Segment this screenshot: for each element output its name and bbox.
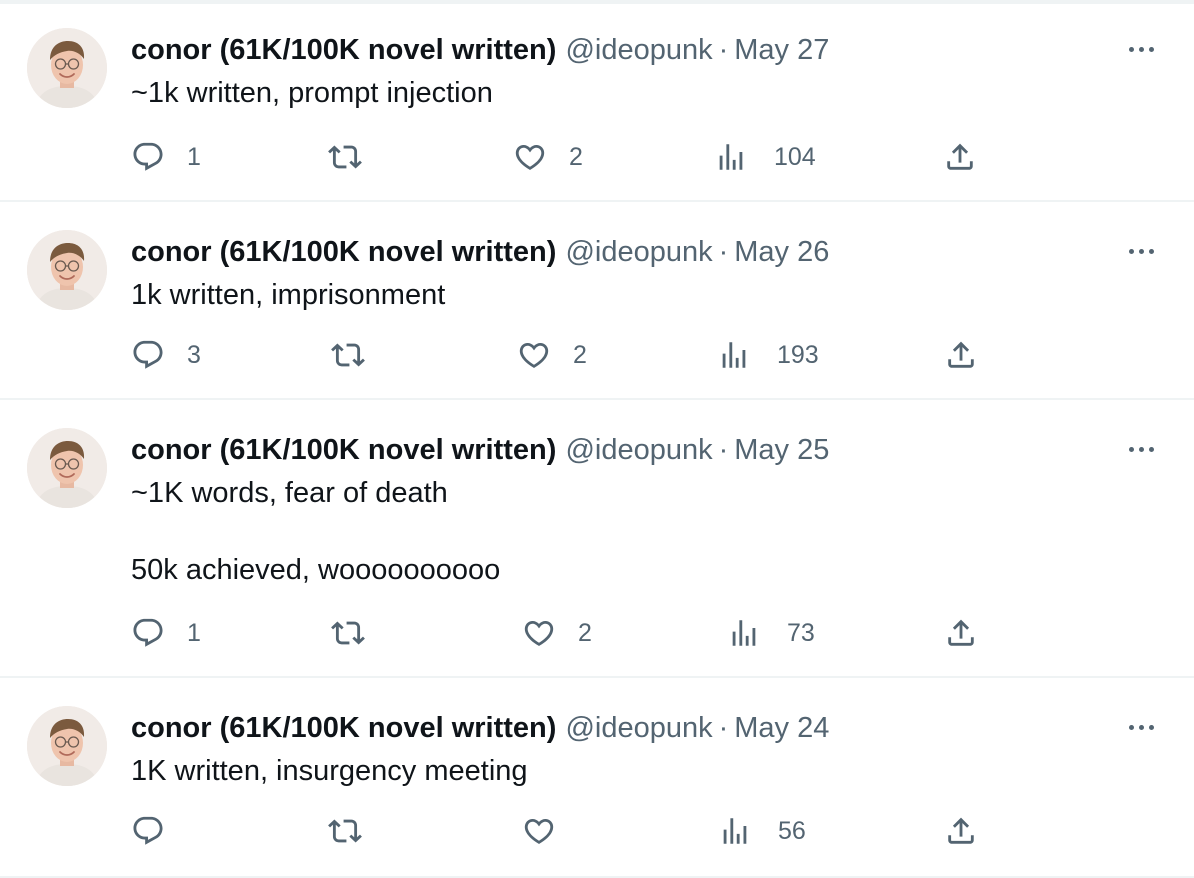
like-button[interactable]: 2: [517, 338, 587, 372]
reply-button[interactable]: 1: [131, 140, 201, 174]
like-count: 2: [578, 619, 592, 647]
avatar[interactable]: [27, 28, 107, 108]
reply-icon: [131, 814, 165, 848]
like-button[interactable]: 2: [513, 140, 583, 174]
share-icon: [944, 616, 978, 650]
views-count: 104: [774, 143, 816, 171]
tweet-date[interactable]: May 25: [734, 431, 829, 469]
views-count: 73: [787, 619, 815, 647]
tweet-header: conor (61K/100K novel written) @ideopunk ·…: [131, 431, 829, 469]
tweet-header: conor (61K/100K novel written) @ideopunk ·…: [131, 31, 829, 69]
like-count: 2: [569, 143, 583, 171]
views-icon: [714, 140, 748, 174]
reply-icon: [131, 338, 165, 372]
retweet-icon: [328, 140, 362, 174]
retweet-button[interactable]: [328, 140, 384, 174]
author-handle[interactable]: @ideopunk: [565, 431, 712, 469]
share-icon: [943, 140, 977, 174]
reply-button[interactable]: 3: [131, 338, 201, 372]
author-handle[interactable]: @ideopunk: [565, 31, 712, 69]
views-icon: [717, 338, 751, 372]
retweet-icon: [331, 338, 365, 372]
views-button[interactable]: 56: [718, 814, 806, 848]
avatar[interactable]: [27, 706, 107, 786]
more-icon[interactable]: [1124, 719, 1158, 735]
separator-dot: ·: [718, 712, 729, 744]
like-icon: [522, 814, 556, 848]
like-button[interactable]: [522, 814, 578, 848]
views-icon: [718, 814, 752, 848]
like-count: 2: [573, 341, 587, 369]
views-count: 193: [777, 341, 819, 369]
tweet[interactable]: conor (61K/100K novel written) @ideopunk ·…: [0, 678, 1194, 878]
reply-icon: [131, 616, 165, 650]
separator-dot: ·: [718, 34, 729, 66]
author-name[interactable]: conor (61K/100K novel written): [131, 709, 556, 747]
avatar[interactable]: [27, 428, 107, 508]
retweet-icon: [331, 616, 365, 650]
like-button[interactable]: 2: [522, 616, 592, 650]
share-button[interactable]: [944, 616, 978, 650]
retweet-button[interactable]: [328, 814, 384, 848]
tweet-text: 1k written, imprisonment: [131, 279, 446, 311]
like-icon: [513, 140, 547, 174]
reply-count: 3: [187, 341, 201, 369]
tweet-header: conor (61K/100K novel written) @ideopunk ·…: [131, 709, 829, 747]
more-icon[interactable]: [1124, 441, 1158, 457]
views-count: 56: [778, 817, 806, 845]
reply-button[interactable]: 1: [131, 616, 201, 650]
share-icon: [944, 338, 978, 372]
like-icon: [522, 616, 556, 650]
retweet-button[interactable]: [331, 616, 387, 650]
author-handle[interactable]: @ideopunk: [565, 709, 712, 747]
share-icon: [944, 814, 978, 848]
share-button[interactable]: [944, 338, 978, 372]
tweet-date[interactable]: May 26: [734, 233, 829, 271]
more-icon[interactable]: [1124, 243, 1158, 259]
separator-dot: ·: [718, 434, 729, 466]
share-button[interactable]: [943, 140, 977, 174]
retweet-button[interactable]: [331, 338, 387, 372]
tweet-text: 1K written, insurgency meeting: [131, 755, 528, 787]
retweet-icon: [328, 814, 362, 848]
author-name[interactable]: conor (61K/100K novel written): [131, 31, 556, 69]
views-icon: [727, 616, 761, 650]
reply-count: 1: [187, 619, 201, 647]
views-button[interactable]: 104: [714, 140, 816, 174]
views-button[interactable]: 73: [727, 616, 815, 650]
more-icon[interactable]: [1124, 41, 1158, 57]
reply-button[interactable]: [131, 814, 187, 848]
author-name[interactable]: conor (61K/100K novel written): [131, 233, 556, 271]
tweet-date[interactable]: May 27: [734, 31, 829, 69]
share-button[interactable]: [944, 814, 978, 848]
tweet-text-line-2: 50k achieved, woooooooooo: [131, 554, 501, 586]
separator-dot: ·: [718, 236, 729, 268]
avatar[interactable]: [27, 230, 107, 310]
reply-count: 1: [187, 143, 201, 171]
tweet-text: ~1K words, fear of death: [131, 477, 448, 509]
tweet-date[interactable]: May 24: [734, 709, 829, 747]
like-icon: [517, 338, 551, 372]
author-name[interactable]: conor (61K/100K novel written): [131, 431, 556, 469]
tweet-text: ~1k written, prompt injection: [131, 77, 493, 109]
tweet-header: conor (61K/100K novel written) @ideopunk ·…: [131, 233, 829, 271]
tweet-feed: conor (61K/100K novel written) @ideopunk ·…: [0, 0, 1194, 878]
author-handle[interactable]: @ideopunk: [565, 233, 712, 271]
reply-icon: [131, 140, 165, 174]
views-button[interactable]: 193: [717, 338, 819, 372]
